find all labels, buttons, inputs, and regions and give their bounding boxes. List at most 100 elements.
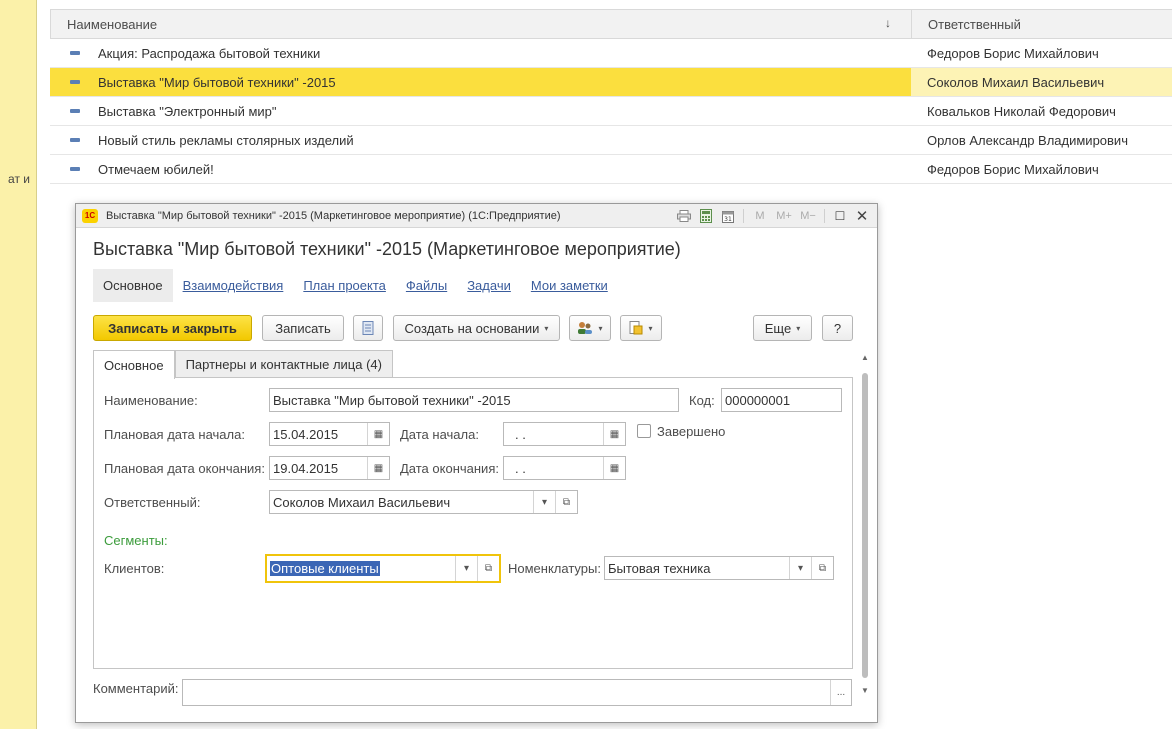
document-list-icon (362, 321, 374, 335)
calendar-icon[interactable]: ▦ (367, 457, 389, 479)
responsible-value: Соколов Михаил Васильевич (273, 494, 451, 510)
item-icon (70, 109, 80, 113)
table-row[interactable]: Акция: Распродажа бытовой техники Федоро… (50, 39, 1172, 68)
row-responsible: Ковальков Николай Федорович (927, 103, 1116, 119)
memory-minus-button[interactable]: M− (798, 207, 818, 225)
nav-files[interactable]: Файлы (406, 278, 447, 293)
row-name: Акция: Распродажа бытовой техники (98, 45, 321, 61)
chevron-down-icon[interactable]: ▾ (533, 491, 555, 513)
titlebar-separator (824, 209, 825, 223)
open-icon[interactable]: ⧉ (555, 491, 577, 513)
form-nav: Основное Взаимодействия План проекта Фай… (93, 268, 628, 302)
app-logo-icon: 1С (82, 208, 98, 223)
start-date-value: . . (515, 426, 526, 442)
start-date-label: Дата начала: (400, 427, 479, 442)
item-icon (70, 167, 80, 171)
save-and-close-button[interactable]: Записать и закрыть (93, 315, 252, 341)
window-title: Выставка "Мир бытовой техники" -2015 (Ма… (106, 209, 561, 222)
row-responsible: Федоров Борис Михайлович (927, 161, 1099, 177)
nav-my-notes[interactable]: Мои заметки (531, 278, 608, 293)
completed-checkbox[interactable] (637, 424, 651, 438)
nomenclature-segment-value: Бытовая техника (608, 560, 711, 576)
nav-tasks[interactable]: Задачи (467, 278, 511, 293)
sort-down-icon[interactable]: ↓ (885, 16, 891, 30)
plan-start-date-label: Плановая дата начала: (104, 427, 245, 442)
clients-label: Клиентов: (104, 561, 165, 576)
row-name: Выставка "Электронный мир" (98, 103, 277, 119)
memory-plus-button[interactable]: M+ (774, 207, 794, 225)
close-icon[interactable]: ✕ (853, 207, 871, 225)
nav-interactions[interactable]: Взаимодействия (183, 278, 284, 293)
plan-end-date-value: 19.04.2015 (273, 460, 339, 476)
responsible-field[interactable]: Соколов Михаил Васильевич ▾ ⧉ (269, 490, 578, 514)
row-responsible: Соколов Михаил Васильевич (927, 74, 1105, 90)
help-button[interactable]: ? (822, 315, 853, 341)
maximize-icon[interactable]: ☐ (831, 207, 849, 225)
form-heading: Выставка "Мир бытовой техники" -2015 (Ма… (93, 239, 681, 259)
calendar-icon[interactable]: ▦ (603, 423, 625, 445)
calendar-icon[interactable]: ▦ (367, 423, 389, 445)
form-toolbar: Записать и закрыть Записать Создать на о… (93, 315, 855, 341)
column-header-name[interactable]: Наименование ↓ (51, 10, 912, 38)
end-date-value: . . (515, 460, 526, 476)
calculator-icon[interactable] (697, 207, 715, 225)
name-field[interactable]: Выставка "Мир бытовой техники" -2015 (269, 388, 679, 412)
plan-start-date-field[interactable]: 15.04.2015 ▦ (269, 422, 390, 446)
comment-field[interactable]: ... (182, 679, 852, 706)
item-icon (70, 138, 80, 142)
table-row[interactable]: Выставка "Электронный мир" Ковальков Ник… (50, 97, 1172, 126)
plan-end-date-label: Плановая дата окончания: (104, 461, 265, 476)
code-field[interactable]: 000000001 (721, 388, 842, 412)
chevron-down-icon[interactable]: ▾ (455, 556, 477, 581)
create-based-on-button[interactable]: Создать на основании ▾ (393, 315, 560, 341)
item-icon (70, 51, 80, 55)
end-date-field[interactable]: . . ▦ (503, 456, 626, 480)
calendar-icon[interactable]: ▦ (603, 457, 625, 479)
list-header: Наименование ↓ Ответственный (50, 9, 1172, 39)
list-document-button[interactable] (353, 315, 383, 341)
titlebar-separator (743, 209, 744, 223)
events-list: Наименование ↓ Ответственный Акция: Расп… (50, 9, 1172, 184)
print-icon[interactable] (675, 207, 693, 225)
tab-main-label: Основное (104, 357, 164, 373)
table-row[interactable]: Отмечаем юбилей! Федоров Борис Михайлови… (50, 155, 1172, 184)
users-action-button[interactable]: ▾ (569, 315, 611, 341)
row-responsible: Федоров Борис Михайлович (927, 45, 1099, 61)
memory-m-button[interactable]: M (750, 207, 770, 225)
form-scrollbar[interactable]: ▲ ▼ (860, 353, 870, 696)
row-name: Отмечаем юбилей! (98, 161, 214, 177)
more-button[interactable]: Еще ▾ (753, 315, 812, 341)
ellipsis-icon[interactable]: ... (830, 680, 851, 705)
attachments-button[interactable]: ▾ (620, 315, 662, 341)
event-form-window: 1С Выставка "Мир бытовой техники" -2015 … (75, 203, 878, 723)
open-icon[interactable]: ⧉ (477, 556, 499, 581)
nav-main[interactable]: Основное (93, 268, 173, 302)
document-attach-icon (629, 321, 643, 335)
save-button[interactable]: Записать (262, 315, 344, 341)
calendar-icon[interactable]: 31 (719, 207, 737, 225)
scrollbar-thumb[interactable] (862, 373, 868, 678)
window-titlebar[interactable]: 1С Выставка "Мир бытовой техники" -2015 … (76, 204, 877, 228)
tab-main[interactable]: Основное (93, 350, 175, 379)
start-date-field[interactable]: . . ▦ (503, 422, 626, 446)
chevron-down-icon[interactable]: ▾ (789, 557, 811, 579)
more-label: Еще (764, 320, 792, 336)
scroll-up-icon[interactable]: ▲ (860, 353, 870, 362)
nomenclature-label: Номенклатуры: (508, 561, 601, 576)
column-header-responsible-label: Ответственный (928, 16, 1021, 32)
plan-end-date-field[interactable]: 19.04.2015 ▦ (269, 456, 390, 480)
scroll-down-icon[interactable]: ▼ (860, 686, 870, 695)
item-icon (70, 80, 80, 84)
table-row-selected[interactable]: Выставка "Мир бытовой техники" -2015 Сок… (50, 68, 1172, 97)
chevron-down-icon: ▾ (598, 323, 603, 333)
completed-label[interactable]: Завершено (657, 424, 725, 439)
clients-segment-field[interactable]: Оптовые клиенты ▾ ⧉ (265, 554, 501, 583)
table-row[interactable]: Новый стиль рекламы столярных изделий Ор… (50, 126, 1172, 155)
nav-project-plan[interactable]: План проекта (303, 278, 386, 293)
tab-panel-main: Наименование: Выставка "Мир бытовой техн… (93, 377, 853, 669)
column-header-responsible[interactable]: Ответственный (912, 17, 1021, 32)
responsible-label: Ответственный: (104, 495, 201, 510)
open-icon[interactable]: ⧉ (811, 557, 833, 579)
tab-partners-contacts[interactable]: Партнеры и контактные лица (4) (174, 350, 393, 378)
nomenclature-segment-field[interactable]: Бытовая техника ▾ ⧉ (604, 556, 834, 580)
